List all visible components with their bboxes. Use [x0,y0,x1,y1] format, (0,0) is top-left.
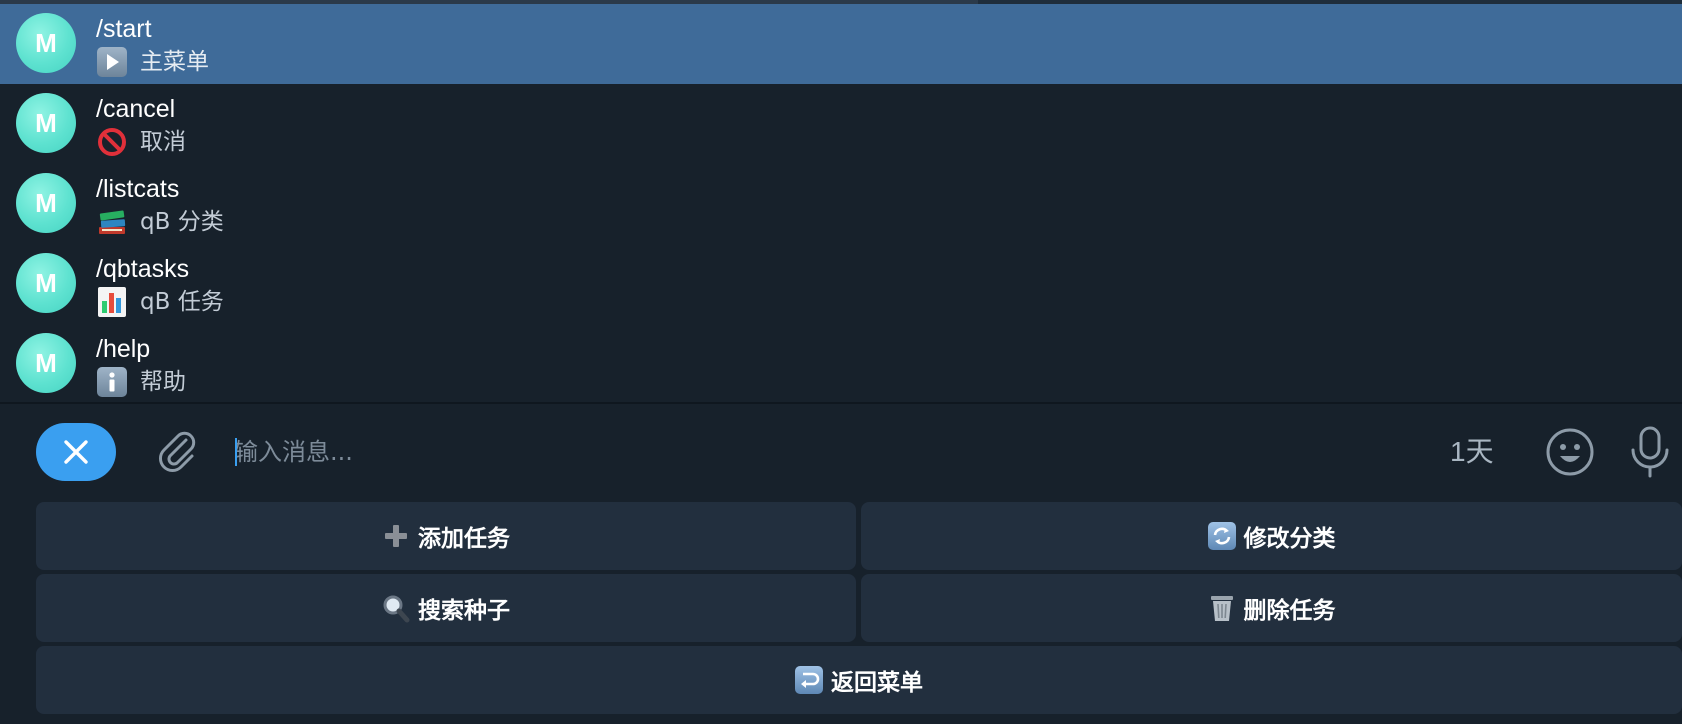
auto-delete-timer-button[interactable]: 1天 [1450,432,1494,472]
command-description: qB 分类 [96,206,224,238]
magnifier-icon [382,593,410,623]
play-button-icon [96,47,130,77]
command-item-qbtasks[interactable]: M /qbtasks qB 任务 [0,244,1682,324]
command-name: /qbtasks [96,255,190,283]
add-task-button[interactable]: 添加任务 [36,502,856,570]
plus-icon [382,521,410,551]
command-description-text: 主菜单 [140,49,209,75]
bar-chart-icon [96,287,130,317]
bot-avatar: M [16,173,76,233]
back-to-menu-label: 返回菜单 [831,670,923,696]
microphone-icon [1631,426,1669,478]
prohibited-icon [96,127,130,157]
change-category-label: 修改分类 [1243,526,1336,552]
close-icon [64,440,88,464]
text-caret [235,438,237,466]
command-item-listcats[interactable]: M /listcats qB 分类 [0,164,1682,244]
command-description-text: 取消 [140,129,186,155]
return-arrow-icon [795,665,823,695]
command-item-help[interactable]: M /help 帮助 [0,324,1682,404]
paperclip-icon [159,431,196,472]
bot-avatar: M [16,13,76,73]
close-keyboard-button[interactable] [36,423,116,481]
search-torrent-label: 搜索种子 [418,598,510,624]
command-description-text: qB 任务 [140,289,224,315]
command-name: /help [96,335,151,363]
bot-avatar: M [16,333,76,393]
books-icon [96,207,130,237]
wastebasket-icon [1208,593,1236,623]
command-name: /listcats [96,175,180,203]
command-item-cancel[interactable]: M /cancel 取消 [0,84,1682,164]
telegram-chat-window: M /start 主菜单 M /cancel 取消 M /listcats qB… [0,0,1682,724]
command-description: qB 任务 [96,286,224,318]
delete-task-button[interactable]: 删除任务 [861,574,1682,642]
command-suggestions-list: M /start 主菜单 M /cancel 取消 M /listcats qB… [0,4,1682,402]
delete-task-label: 删除任务 [1243,598,1336,624]
command-description: 取消 [96,126,186,158]
reply-keyboard: 添加任务 修改分类 搜索种子 删除任务 返回菜单 [0,500,1682,724]
bot-avatar: M [16,93,76,153]
command-name: /start [96,15,152,43]
add-task-label: 添加任务 [418,526,510,552]
message-input[interactable] [234,430,1394,474]
message-composer: 1天 [0,404,1682,500]
refresh-arrows-icon [1207,521,1236,551]
back-to-menu-button[interactable]: 返回菜单 [36,646,1682,714]
bot-avatar: M [16,253,76,313]
command-name: /cancel [96,95,176,123]
attach-button[interactable] [152,426,204,478]
search-torrent-button[interactable]: 搜索种子 [36,574,856,642]
command-description-text: 帮助 [140,369,186,395]
command-description: 帮助 [96,366,186,398]
info-icon [96,367,130,397]
change-category-button[interactable]: 修改分类 [861,502,1682,570]
microphone-button[interactable] [1628,424,1672,480]
command-description-text: qB 分类 [140,209,224,235]
smiley-icon [1546,428,1594,476]
command-description: 主菜单 [96,46,209,78]
command-item-start[interactable]: M /start 主菜单 [0,4,1682,84]
emoji-button[interactable] [1544,426,1596,478]
